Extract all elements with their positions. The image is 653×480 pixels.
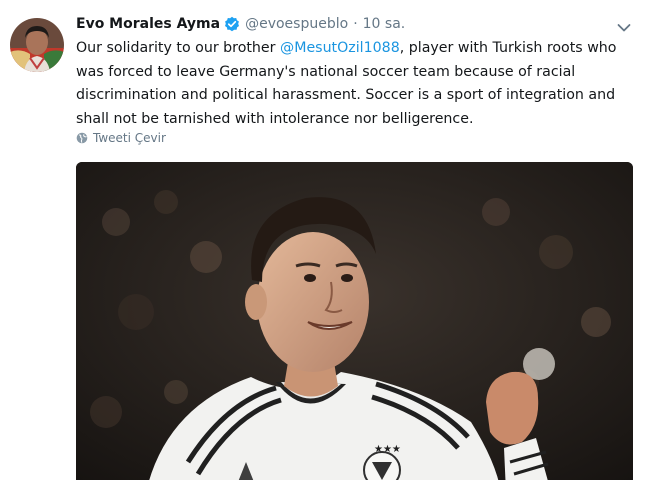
tweet-text: Our solidarity to our brother @MesutOzil… — [76, 37, 642, 131]
chevron-down-icon[interactable] — [617, 18, 631, 32]
translate-tweet-button[interactable]: Tweeti Çevir — [76, 131, 166, 145]
avatar[interactable] — [10, 18, 64, 72]
tweet-header: Evo Morales Ayma @evoespueblo · 10 sa. — [76, 13, 405, 35]
tweet-timestamp[interactable]: 10 sa. — [363, 16, 406, 32]
mention-link[interactable]: @MesutOzil1088 — [280, 40, 400, 56]
translate-label: Tweeti Çevir — [93, 131, 166, 145]
author-handle[interactable]: @evoespueblo — [245, 16, 348, 32]
globe-icon — [76, 132, 88, 144]
verified-badge-icon — [224, 16, 240, 32]
header-separator: · — [353, 16, 358, 32]
tweet: Evo Morales Ayma @evoespueblo · 10 sa. O… — [0, 0, 653, 480]
tweet-photo[interactable]: ★★★ — [76, 162, 633, 480]
tweet-text-part-1: Our solidarity to our brother — [76, 40, 281, 56]
svg-text:★★★: ★★★ — [374, 444, 401, 455]
author-name[interactable]: Evo Morales Ayma — [76, 16, 220, 32]
